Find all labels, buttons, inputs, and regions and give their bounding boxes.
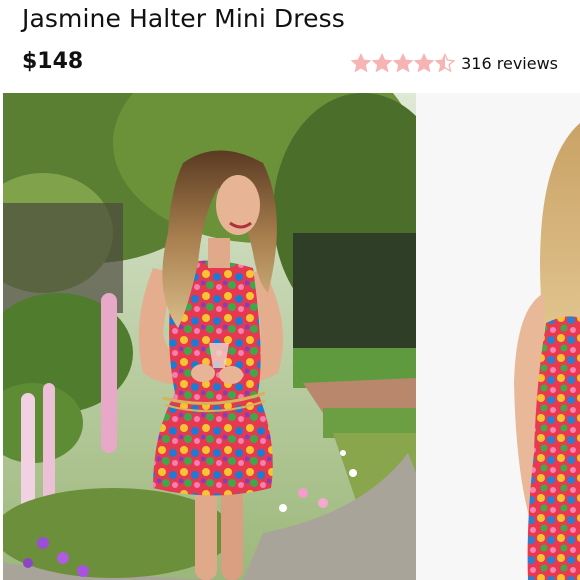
star-icon	[435, 53, 456, 73]
product-price: $148	[22, 49, 84, 74]
product-title: Jasmine Halter Mini Dress	[22, 4, 345, 33]
star-icon	[393, 53, 414, 73]
star-rating	[351, 53, 456, 73]
gallery-image-lifestyle[interactable]	[3, 93, 416, 580]
rating-summary[interactable]: 316 reviews	[351, 50, 558, 76]
gallery-image-studio[interactable]	[416, 93, 580, 580]
star-icon	[372, 53, 393, 73]
photo-woman-garden-icon	[3, 93, 416, 580]
image-gallery	[0, 93, 580, 580]
product-page: Jasmine Halter Mini Dress $148 316 revie…	[0, 0, 580, 580]
star-icon	[414, 53, 435, 73]
reviews-link[interactable]: 316 reviews	[461, 54, 558, 73]
star-icon	[351, 53, 372, 73]
photo-model-white-background-icon	[416, 93, 580, 580]
